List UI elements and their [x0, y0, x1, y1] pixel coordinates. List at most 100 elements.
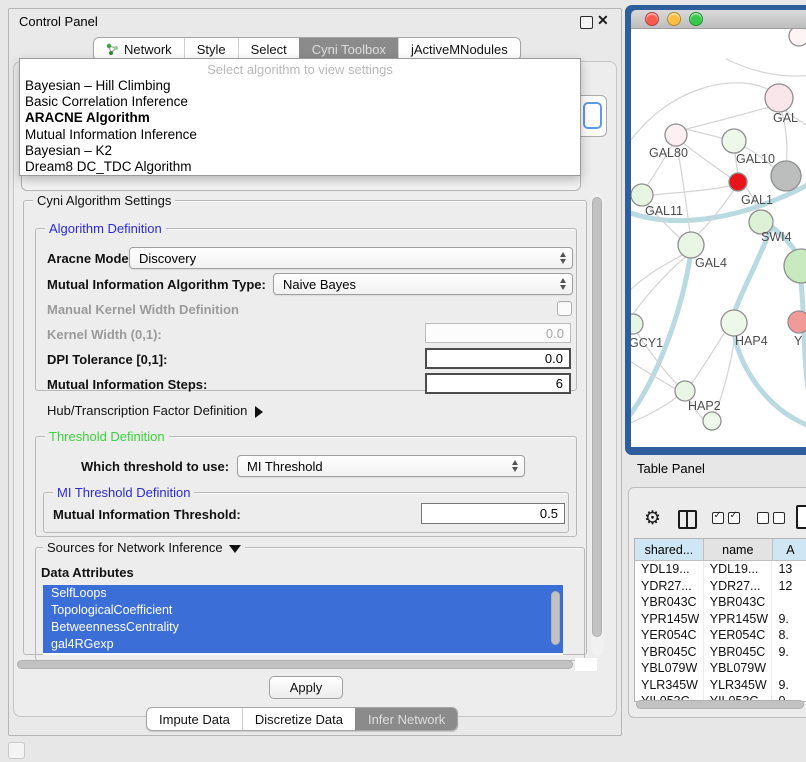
tab-discretize-data[interactable]: Discretize Data — [242, 708, 355, 730]
close-traffic-light[interactable] — [645, 12, 659, 26]
algorithm-option-dream8-dc-tdc-algorithm[interactable]: Dream8 DC_TDC Algorithm — [20, 159, 580, 175]
network-canvas[interactable]: GALGAL80GAL10GAL1GAL11SWI4GAL4GCY1HAP4YH… — [631, 29, 806, 447]
table-row[interactable]: YBR045CYBR045C9. — [635, 644, 806, 661]
algorithm-option-basic-correlation-inference[interactable]: Basic Correlation Inference — [20, 94, 580, 110]
network-node-gal80[interactable] — [665, 124, 687, 146]
mi-steps-label: Mutual Information Steps: — [47, 377, 207, 392]
which-threshold-value: MI Threshold — [247, 459, 323, 474]
network-edge[interactable] — [631, 253, 686, 294]
gear-icon[interactable]: ⚙ — [644, 507, 661, 530]
network-node-gcy1[interactable] — [631, 314, 643, 334]
close-icon[interactable]: ✕ — [597, 12, 609, 29]
manual-kernel-label: Manual Kernel Width Definition — [47, 302, 239, 317]
deselect-all-checkboxes-icon[interactable] — [757, 512, 785, 524]
table-cell: YER054C — [635, 627, 704, 644]
aracne-mode-combo[interactable]: Discovery — [129, 247, 573, 269]
network-edge[interactable] — [652, 186, 730, 195]
network-node-hap2[interactable] — [675, 381, 695, 401]
algorithm-option-bayesian-k2[interactable]: Bayesian – K2 — [20, 143, 580, 159]
which-threshold-combo[interactable]: MI Threshold — [237, 455, 525, 477]
tab-cyni-toolbox[interactable]: Cyni Toolbox — [299, 38, 398, 60]
sources-title[interactable]: Sources for Network Inference — [43, 540, 245, 555]
network-node-gal4[interactable] — [678, 232, 704, 258]
table-row[interactable]: YBL079WYBL079W — [635, 660, 806, 677]
table-cell: YLR345W — [635, 677, 704, 694]
threshold-definition-title: Threshold Definition — [45, 429, 169, 444]
table-row[interactable]: YBR043CYBR043C — [635, 594, 806, 611]
column-header-a[interactable]: A — [773, 539, 806, 561]
attribute-item-selfloops[interactable]: SelfLoops — [43, 585, 563, 602]
hub-section-label: Hub/Transcription Factor Definition — [47, 403, 247, 418]
tab-select[interactable]: Select — [238, 38, 299, 60]
network-edge[interactable] — [631, 83, 771, 147]
table-header-row: shared...nameA — [635, 539, 806, 561]
network-window-titlebar[interactable] — [631, 10, 806, 29]
column-header-shared[interactable]: shared... — [635, 539, 704, 561]
which-threshold-label: Which threshold to use: — [81, 459, 229, 474]
network-node-gal1[interactable] — [729, 173, 747, 191]
manual-kernel-checkbox[interactable] — [557, 301, 572, 316]
mi-steps-field[interactable]: 6 — [425, 373, 571, 394]
algorithm-option-aracne-algorithm[interactable]: ARACNE Algorithm — [20, 110, 580, 126]
tab-infer-network[interactable]: Infer Network — [355, 708, 457, 730]
column-layout-icon[interactable] — [678, 510, 697, 529]
tab-impute-data[interactable]: Impute Data — [147, 708, 242, 730]
network-node-y[interactable] — [788, 311, 806, 333]
tab-style[interactable]: Style — [184, 38, 238, 60]
network-edge[interactable] — [691, 332, 725, 384]
settings-vertical-scrollbar[interactable] — [592, 197, 602, 637]
network-node[interactable] — [784, 249, 806, 283]
table-cell — [772, 660, 806, 677]
node-label-swi4: SWI4 — [761, 230, 792, 244]
network-node-gal[interactable] — [765, 84, 793, 112]
table-cell — [772, 594, 806, 611]
network-node[interactable] — [771, 161, 801, 191]
minimize-traffic-light[interactable] — [667, 12, 681, 26]
network-node[interactable] — [789, 29, 806, 46]
table-row[interactable]: YPR145WYPR145W9. — [635, 611, 806, 628]
network-edge[interactable] — [683, 105, 776, 130]
mi-threshold-field[interactable]: 0.5 — [421, 503, 565, 524]
apply-button[interactable]: Apply — [269, 676, 343, 699]
document-icon[interactable] — [796, 505, 806, 529]
table-horizontal-scrollbar[interactable] — [636, 700, 804, 709]
table-row[interactable]: YER054CYER054C8. — [635, 627, 806, 644]
zoom-traffic-light[interactable] — [689, 12, 703, 26]
settings-horizontal-scrollbar[interactable] — [17, 660, 573, 669]
mi-threshold-label: Mutual Information Threshold: — [53, 507, 241, 522]
float-window-icon[interactable] — [580, 16, 593, 29]
table-row[interactable]: YDL19...YDL19...13 — [635, 561, 806, 578]
attribute-item-topologicalcoefficient[interactable]: TopologicalCoefficient — [43, 602, 563, 619]
tab-label: jActiveMNodules — [411, 42, 508, 57]
table-body: YDL19...YDL19...13YDR27...YDR27...12YBR0… — [635, 561, 806, 701]
network-edge[interactable] — [726, 59, 806, 76]
node-label-gal1: GAL1 — [741, 193, 773, 207]
network-node-gal11[interactable] — [631, 184, 653, 206]
mi-algorithm-type-combo[interactable]: Naive Bayes — [273, 273, 573, 295]
network-node-hap4[interactable] — [721, 310, 747, 336]
tab-network[interactable]: Network — [94, 38, 184, 60]
table-cell: YBR045C — [635, 644, 704, 661]
algorithm-option-mutual-information-inference[interactable]: Mutual Information Inference — [20, 127, 580, 143]
table-cell: 13 — [772, 561, 806, 578]
dpi-tolerance-field[interactable]: 0.0 — [425, 348, 571, 369]
table-cell: YBL079W — [704, 660, 773, 677]
attributes-list-scrollbar[interactable] — [551, 591, 560, 645]
collapsed-panel-icon[interactable] — [8, 742, 25, 759]
control-panel-title: Control Panel — [19, 14, 98, 29]
data-attributes-list[interactable]: SelfLoopsTopologicalCoefficientBetweenne… — [43, 585, 563, 655]
table-row[interactable]: YLR345WYLR345W9. — [635, 677, 806, 694]
algorithm-option-bayesian-hill-climbing[interactable]: Bayesian – Hill Climbing — [20, 78, 580, 94]
network-edge[interactable] — [685, 129, 725, 139]
table-row[interactable]: YDR27...YDR27...12 — [635, 578, 806, 595]
tab-jactivemnodules[interactable]: jActiveMNodules — [398, 38, 520, 60]
kernel-width-label: Kernel Width (0,1): — [47, 327, 162, 342]
network-node[interactable] — [703, 412, 721, 430]
select-all-checkboxes-icon[interactable] — [712, 512, 740, 524]
column-header-name[interactable]: name — [704, 539, 773, 561]
stepper-arrows-icon — [560, 252, 566, 264]
attribute-item-betweennesscentrality[interactable]: BetweennessCentrality — [43, 619, 563, 636]
hub-section-toggle[interactable]: Hub/Transcription Factor Definition — [47, 403, 263, 418]
attribute-item-gal4rgexp[interactable]: gal4RGexp — [43, 636, 563, 653]
network-node-gal10[interactable] — [722, 129, 746, 153]
